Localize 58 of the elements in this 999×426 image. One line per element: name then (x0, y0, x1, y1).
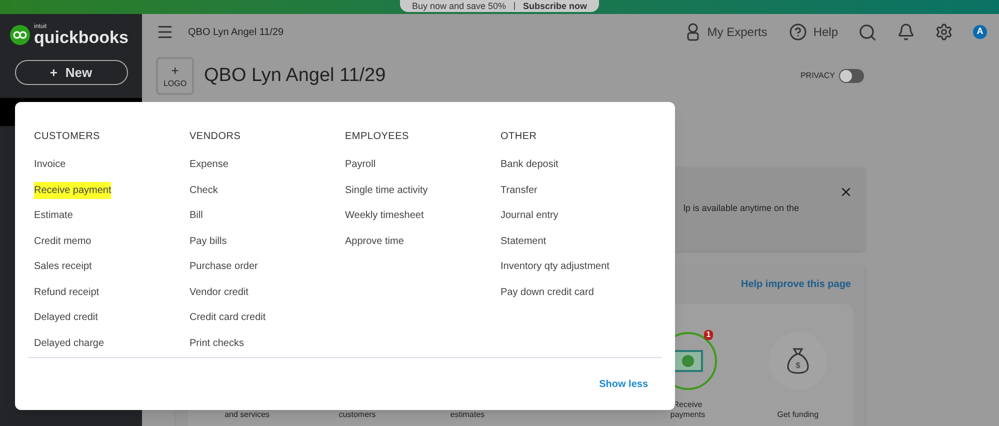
money-bag-icon: $ (786, 347, 810, 375)
menu-item[interactable]: Journal entry (500, 208, 558, 224)
menu-item[interactable]: Payroll (345, 157, 376, 172)
menu-column-heading: VENDORS (190, 130, 242, 144)
shortcut-label: Get funding (776, 410, 820, 420)
person-icon[interactable] (687, 23, 700, 41)
privacy-label: PRIVACY (800, 70, 835, 82)
menu-item[interactable]: Bill (190, 208, 203, 224)
menu-item[interactable]: Inventory qty adjustment (500, 259, 610, 274)
menu-column-heading: OTHER (500, 130, 538, 144)
company-name: QBO Lyn Angel 11/29 (188, 26, 284, 40)
privacy-toggle[interactable] (839, 69, 864, 83)
promo-text: Buy now and save 50% (412, 2, 506, 10)
help-link[interactable]: Help (813, 23, 838, 41)
menu-item[interactable]: Credit memo (34, 234, 92, 249)
shortcut-label: customers (338, 410, 377, 420)
menu-item[interactable]: Refund receipt (34, 284, 100, 300)
menu-column-heading: CUSTOMERS (34, 130, 101, 144)
notifications-icon[interactable] (897, 23, 915, 41)
menu-item[interactable]: Expense (190, 157, 228, 172)
close-icon[interactable] (839, 185, 853, 199)
help-icon[interactable] (789, 23, 808, 41)
menu-item[interactable]: Purchase order (190, 259, 258, 274)
show-less-link[interactable]: Show less (599, 376, 648, 392)
add-logo-button[interactable]: + LOGO (156, 57, 194, 95)
company-title: QBO Lyn Angel 11/29 (204, 64, 386, 88)
menu-item[interactable]: Sales receipt (34, 259, 92, 274)
new-button[interactable]: + New (14, 60, 128, 85)
menu-item[interactable]: Bank deposit (500, 157, 558, 172)
my-experts-link[interactable]: My Experts (707, 23, 768, 41)
menu-item[interactable]: Check (190, 182, 218, 198)
banknote-icon (672, 350, 703, 372)
menu-item[interactable]: Estimate (34, 208, 73, 224)
menu-item[interactable]: Credit card credit (190, 310, 266, 326)
menu-item[interactable]: Approve time (345, 234, 404, 249)
count-badge: 1 (704, 330, 713, 340)
menu-item[interactable]: Delayed credit (34, 310, 98, 326)
menu-item[interactable]: Weekly timesheet (345, 208, 424, 224)
search-icon[interactable] (858, 22, 877, 42)
menu-item[interactable]: Print checks (190, 336, 244, 351)
shortcut-label: and services (224, 410, 271, 420)
settings-icon[interactable] (935, 23, 953, 41)
menu-item[interactable]: Single time activity (345, 182, 428, 198)
menu-item[interactable]: Vendor credit (190, 284, 248, 300)
avatar[interactable]: A (973, 25, 987, 39)
menu-item[interactable]: Transfer (500, 182, 538, 198)
menu-column-heading: EMPLOYEES (345, 130, 410, 144)
help-card-text: lp is available anytime on the (683, 202, 799, 215)
menu-item[interactable]: Pay down credit card (500, 284, 594, 300)
menu-item[interactable]: Statement (500, 234, 546, 249)
menu-item[interactable]: Delayed charge (34, 336, 104, 351)
shortcut-label: estimates (449, 410, 486, 420)
brand-name: quickbooks (34, 29, 128, 46)
menu-item[interactable]: Pay bills (190, 234, 227, 249)
subscribe-link[interactable]: Subscribe now (523, 2, 588, 10)
menu-item[interactable]: Invoice (34, 157, 66, 172)
logo-icon (10, 25, 30, 45)
menu-icon[interactable] (156, 23, 174, 41)
